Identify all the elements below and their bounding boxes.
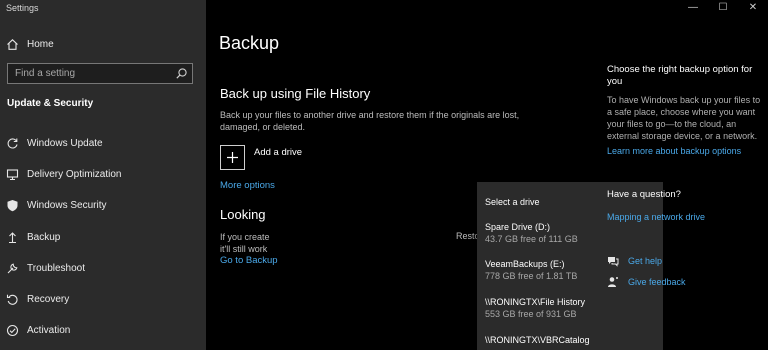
feedback-person-icon [607,276,619,288]
sidebar-item-label: Troubleshoot [27,262,85,274]
file-history-heading: Back up using File History [220,86,371,101]
sidebar-item-delivery-optimization[interactable]: Delivery Optimization [0,164,206,184]
drive-option[interactable]: \\RONINGTX\File History 553 GB free of 9… [485,297,655,320]
more-options-link[interactable]: More options [220,180,275,191]
app-title: Settings [6,3,39,13]
activation-icon [5,323,19,337]
nav-home[interactable]: Home [0,35,206,53]
sidebar: Settings Home Update & Security Windows … [0,0,206,350]
sidebar-item-windows-update[interactable]: Windows Update [0,133,206,153]
add-drive-label: Add a drive [254,147,303,158]
looking-heading: Looking [220,207,266,222]
drive-free-space: 43.7 GB free of 111 GB [485,234,578,244]
delivery-optimization-icon [5,167,19,181]
drive-name: Spare Drive (D:) [485,222,551,232]
drive-free-space: 553 GB free of 931 GB [485,309,577,319]
get-help-link[interactable]: Get help [607,255,662,267]
give-feedback-label: Give feedback [628,277,686,287]
question-heading: Have a question? [607,189,681,200]
drive-name: \\RONINGTX\File History [485,297,586,307]
main-content: — ☐ ✕ Backup Back up using File History … [206,0,768,350]
go-to-backup-link[interactable]: Go to Backup [220,255,278,266]
sidebar-item-troubleshoot[interactable]: Troubleshoot [0,258,206,278]
minimize-button[interactable]: — [678,0,708,14]
sidebar-item-windows-security[interactable]: Windows Security [0,195,206,215]
learn-more-link[interactable]: Learn more about backup options [607,146,741,156]
give-feedback-link[interactable]: Give feedback [607,276,686,288]
drive-option[interactable]: \\RONINGTX\VBRCatalog [485,335,655,347]
get-help-label: Get help [628,256,663,266]
sidebar-item-backup[interactable]: Backup [0,227,206,247]
choose-backup-description: To have Windows back up your files to a … [607,95,761,141]
search-icon[interactable] [175,67,188,80]
wrench-icon [5,261,19,275]
looking-desc-line1: If you create [220,232,270,242]
window-controls: — ☐ ✕ [678,0,768,14]
sidebar-item-label: Backup [27,231,61,243]
looking-description: If you create it'll still work [220,231,270,255]
file-history-description: Back up your files to another drive and … [220,110,520,132]
home-icon [5,37,19,51]
drive-name: \\RONINGTX\VBRCatalog [485,335,590,345]
close-button[interactable]: ✕ [738,0,768,14]
sidebar-item-recovery[interactable]: Recovery [0,289,206,309]
sidebar-item-label: Windows Update [27,137,103,149]
sidebar-item-label: Windows Security [27,199,107,211]
sidebar-item-label: Delivery Optimization [27,168,122,180]
section-title: Update & Security [7,98,94,109]
sidebar-item-label: Activation [27,324,71,336]
backup-arrow-icon [5,230,19,244]
recovery-icon [5,292,19,306]
sidebar-item-label: Recovery [27,293,70,305]
refresh-icon [5,136,19,150]
dropdown-header: Select a drive [485,197,540,207]
search-box [7,63,193,84]
choose-backup-heading: Choose the right backup option for you [607,64,753,87]
maximize-button[interactable]: ☐ [708,0,738,14]
page-title: Backup [219,33,280,53]
shield-icon [5,198,19,212]
sidebar-item-activation[interactable]: Activation [0,320,206,340]
mapping-network-drive-link[interactable]: Mapping a network drive [607,212,705,222]
help-chat-icon [607,255,619,267]
search-input[interactable] [8,64,168,83]
add-drive-button[interactable]: Add a drive [220,145,302,170]
drive-option[interactable]: Spare Drive (D:) 43.7 GB free of 111 GB [485,222,655,245]
plus-icon [220,145,245,170]
nav-home-label: Home [27,38,54,50]
looking-desc-line2: it'll still work [220,244,268,254]
